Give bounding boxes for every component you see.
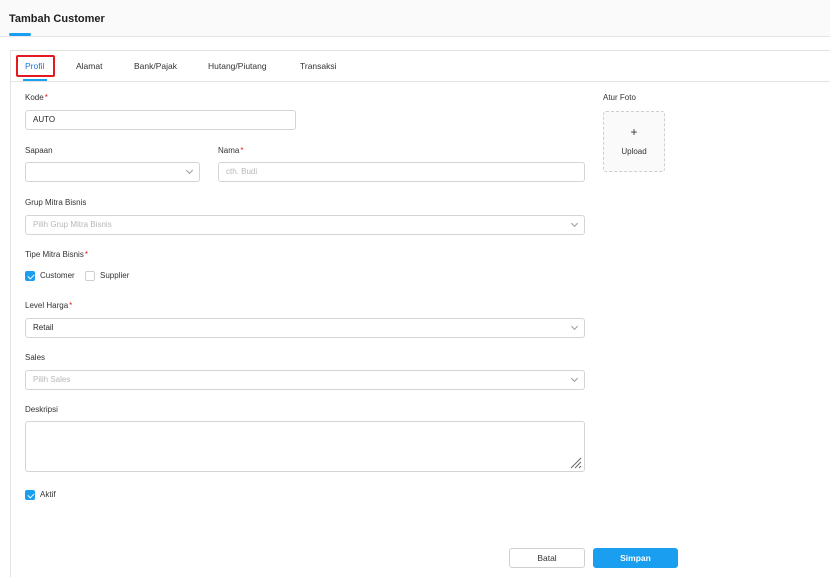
save-button[interactable]: Simpan bbox=[593, 548, 678, 568]
required-mark: * bbox=[240, 146, 244, 155]
grup-placeholder: Pilih Grup Mitra Bisnis bbox=[33, 220, 112, 229]
aktif-checkbox[interactable] bbox=[25, 490, 35, 500]
supplier-checkbox[interactable] bbox=[85, 271, 95, 281]
required-mark: * bbox=[84, 250, 88, 259]
deskripsi-textarea[interactable] bbox=[25, 421, 585, 472]
active-tab-indicator bbox=[23, 79, 47, 81]
tab-bar: Profil Alamat Bank/Pajak Hutang/Piutang … bbox=[11, 51, 830, 82]
level-harga-label-text: Level Harga bbox=[25, 301, 69, 310]
sales-label: Sales bbox=[25, 353, 46, 362]
required-mark: * bbox=[44, 93, 48, 102]
chevron-down-icon bbox=[185, 166, 194, 175]
level-harga-select[interactable]: Retail bbox=[25, 318, 585, 338]
grup-label: Grup Mitra Bisnis bbox=[25, 198, 87, 207]
customer-checkbox-label: Customer bbox=[40, 271, 75, 280]
tab-alamat[interactable]: Alamat bbox=[76, 61, 102, 71]
resize-grip-icon[interactable] bbox=[568, 455, 582, 469]
cancel-button[interactable]: Batal bbox=[509, 548, 585, 568]
tab-bank-pajak[interactable]: Bank/Pajak bbox=[134, 61, 177, 71]
tab-hutang-piutang[interactable]: Hutang/Piutang bbox=[208, 61, 267, 71]
foto-label: Atur Foto bbox=[603, 93, 636, 102]
deskripsi-label: Deskripsi bbox=[25, 405, 58, 414]
grup-select[interactable]: Pilih Grup Mitra Bisnis bbox=[25, 215, 585, 235]
sales-placeholder: Pilih Sales bbox=[33, 375, 71, 384]
nama-label: Nama* bbox=[218, 146, 243, 155]
sales-select[interactable]: Pilih Sales bbox=[25, 370, 585, 390]
aktif-checkbox-label: Aktif bbox=[40, 490, 56, 499]
page-header: Tambah Customer bbox=[0, 0, 830, 37]
tab-profil[interactable]: Profil bbox=[25, 61, 44, 71]
customer-checkbox[interactable] bbox=[25, 271, 35, 281]
sapaan-select[interactable] bbox=[25, 162, 200, 182]
sapaan-label: Sapaan bbox=[25, 146, 53, 155]
page-title-underline bbox=[9, 33, 31, 36]
chevron-down-icon bbox=[570, 219, 579, 228]
supplier-checkbox-label: Supplier bbox=[100, 271, 130, 280]
level-harga-value: Retail bbox=[33, 323, 54, 332]
tipe-label-text: Tipe Mitra Bisnis bbox=[25, 250, 84, 259]
tab-transaksi[interactable]: Transaksi bbox=[300, 61, 337, 71]
chevron-down-icon bbox=[570, 374, 579, 383]
upload-label: Upload bbox=[621, 147, 647, 156]
kode-label-text: Kode bbox=[25, 93, 44, 102]
required-mark: * bbox=[69, 301, 73, 310]
nama-label-text: Nama bbox=[218, 146, 240, 155]
plus-icon: + bbox=[630, 125, 638, 139]
nama-input[interactable]: cth. Budi bbox=[218, 162, 585, 182]
chevron-down-icon bbox=[570, 322, 579, 331]
tipe-label: Tipe Mitra Bisnis* bbox=[25, 250, 88, 259]
kode-input[interactable]: AUTO bbox=[25, 110, 296, 130]
page-title: Tambah Customer bbox=[9, 13, 105, 25]
upload-photo-button[interactable]: + Upload bbox=[603, 111, 665, 172]
level-harga-label: Level Harga* bbox=[25, 301, 72, 310]
kode-label: Kode* bbox=[25, 93, 48, 102]
